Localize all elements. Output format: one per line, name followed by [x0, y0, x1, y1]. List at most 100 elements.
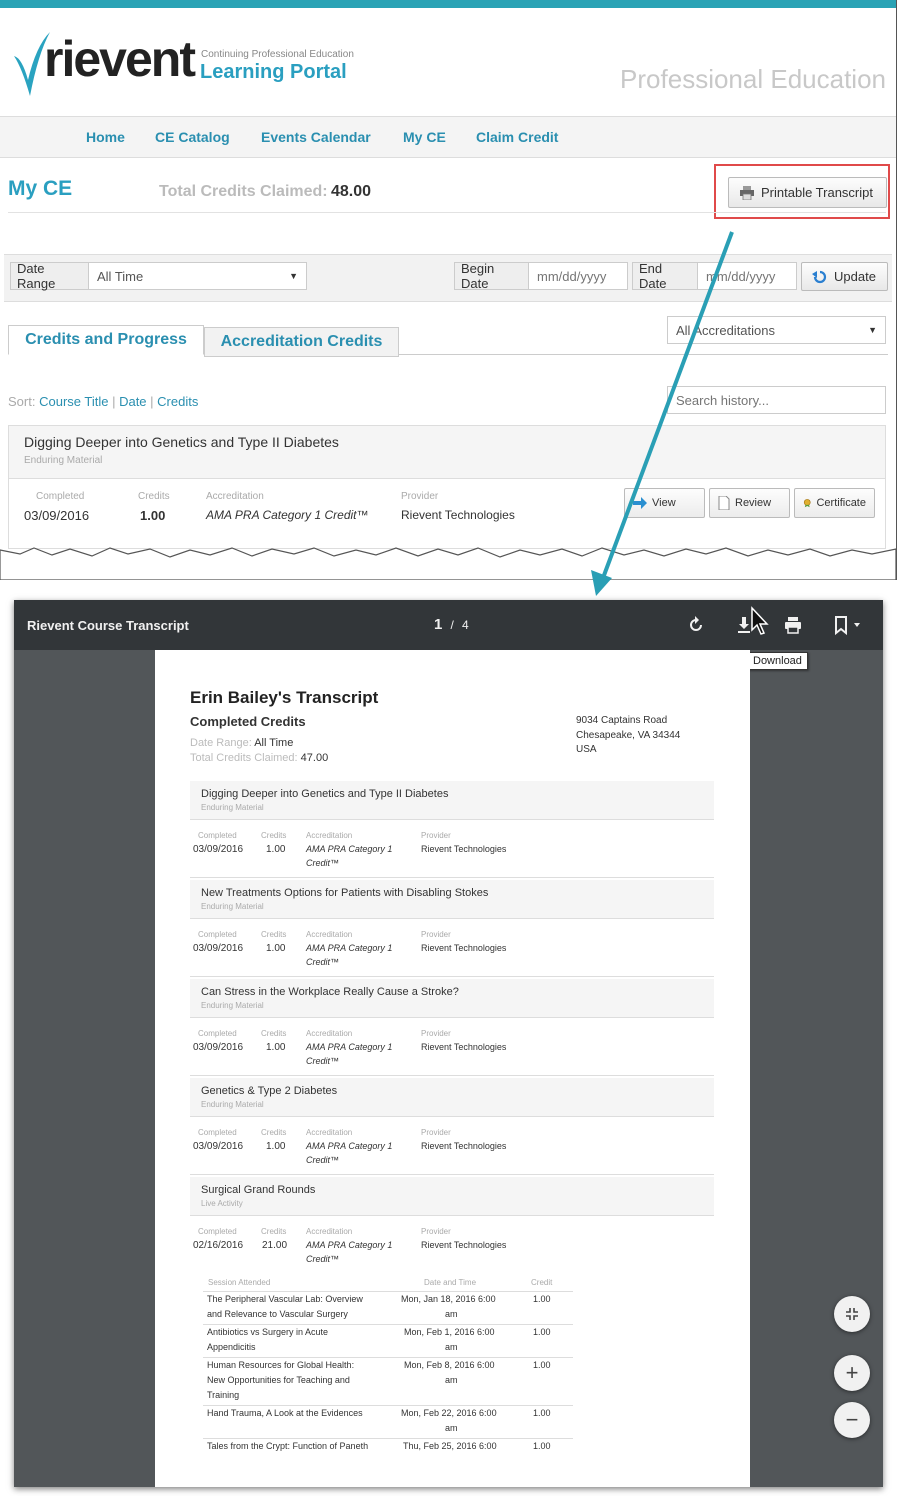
date-range-line: Date Range: All Time: [190, 737, 293, 749]
session-col-header: Session Attended: [208, 1278, 271, 1287]
fit-page-button[interactable]: [834, 1296, 870, 1332]
pdf-toolbar: Rievent Course Transcript 1 / 4: [14, 600, 883, 650]
page-separator: /: [450, 618, 454, 632]
pdf-course-title: New Treatments Options for Patients with…: [201, 887, 489, 899]
pdf-provider-label: Provider: [421, 1128, 451, 1137]
print-icon[interactable]: [782, 614, 804, 636]
minus-icon: −: [845, 1407, 859, 1432]
session-title-2: New Opportunities for Teaching and: [207, 1375, 350, 1385]
pdf-course-type: Live Activity: [201, 1199, 243, 1208]
page-indicator: 1 / 4: [434, 616, 469, 633]
session-credit: 1.00: [533, 1441, 551, 1451]
pdf-title: Rievent Course Transcript: [27, 618, 189, 633]
pdf-accreditation-label: Accreditation: [306, 1128, 353, 1137]
session-title-2: and Relevance to Vascular Surgery: [207, 1309, 348, 1319]
pdf-provider-label: Provider: [421, 930, 451, 939]
pdf-page: Erin Bailey's Transcript Completed Credi…: [155, 650, 750, 1487]
pdf-accreditation-2: Credit™: [306, 858, 340, 868]
session-row: Hand Trauma, A Look at the Evidences Mon…: [203, 1405, 573, 1438]
pdf-accreditation-label: Accreditation: [306, 1029, 353, 1038]
pdf-course-header: New Treatments Options for Patients with…: [190, 880, 714, 919]
session-title: Human Resources for Global Health:: [207, 1360, 355, 1370]
pdf-completed: 03/09/2016: [193, 1042, 244, 1053]
pdf-accreditation-2: Credit™: [306, 1254, 340, 1264]
session-date-2: am: [445, 1423, 458, 1433]
pdf-credits-label: Credits: [261, 1227, 287, 1236]
address-block: 9034 Captains Road Chesapeake, VA 34344 …: [576, 714, 680, 758]
pdf-provider: Rievent Technologies: [421, 1141, 507, 1151]
session-credit: 1.00: [533, 1327, 551, 1337]
pdf-row-divider: [190, 1075, 714, 1076]
zoom-in-button[interactable]: +: [834, 1355, 870, 1391]
download-tooltip: Download: [747, 652, 808, 670]
session-row: Tales from the Crypt: Function of Paneth…: [203, 1438, 573, 1471]
pdf-completed-label: Completed: [198, 831, 237, 840]
pdf-total-value: 47.00: [300, 752, 329, 764]
credit-col-header: Credit: [531, 1278, 553, 1287]
pdf-provider-label: Provider: [421, 831, 451, 840]
session-title: Tales from the Crypt: Function of Paneth: [207, 1441, 369, 1451]
rotate-icon[interactable]: [685, 614, 707, 636]
pdf-accreditation: AMA PRA Category 1: [306, 1141, 393, 1151]
connector-arrow: [591, 231, 734, 596]
pdf-accreditation-2: Credit™: [306, 1155, 340, 1165]
zoom-out-button[interactable]: −: [834, 1402, 870, 1438]
plus-icon: +: [845, 1360, 859, 1385]
pdf-course-type: Enduring Material: [201, 902, 264, 911]
bookmark-menu-icon[interactable]: [830, 614, 864, 636]
session-title-2: Appendicitis: [207, 1342, 256, 1352]
pdf-completed-label: Completed: [198, 1029, 237, 1038]
pdf-accreditation-2: Credit™: [306, 1056, 340, 1066]
pdf-provider-label: Provider: [421, 1227, 451, 1236]
pdf-row-divider: [190, 976, 714, 977]
session-title: Hand Trauma, A Look at the Evidences: [207, 1408, 363, 1418]
session-title: Antibiotics vs Surgery in Acute: [207, 1327, 329, 1337]
pdf-accreditation-label: Accreditation: [306, 1227, 353, 1236]
pdf-credits: 1.00: [266, 1141, 286, 1152]
pdf-date-range-value: All Time: [254, 737, 294, 749]
pdf-provider: Rievent Technologies: [421, 1042, 507, 1052]
page-current: 1: [434, 616, 443, 633]
pdf-total-label: Total Credits Claimed:: [190, 752, 298, 764]
pdf-accreditation-2: Credit™: [306, 957, 340, 967]
session-credit: 1.00: [533, 1408, 551, 1418]
pdf-credits-label: Credits: [261, 930, 287, 939]
cursor-arrow-icon: [751, 606, 769, 635]
fit-to-page-icon: [846, 1308, 858, 1320]
session-credit: 1.00: [533, 1360, 551, 1370]
pdf-course-type: Enduring Material: [201, 1100, 264, 1109]
session-date-2: am: [445, 1309, 458, 1319]
pdf-accreditation-label: Accreditation: [306, 831, 353, 840]
pdf-completed-label: Completed: [198, 1128, 237, 1137]
session-date: Mon, Feb 1, 2016 6:00: [404, 1327, 495, 1337]
session-row: The Peripheral Vascular Lab: Overview an…: [203, 1291, 573, 1324]
pdf-accreditation-label: Accreditation: [306, 930, 353, 939]
transcript-heading: Erin Bailey's Transcript: [190, 688, 379, 707]
pdf-course-header: Digging Deeper into Genetics and Type II…: [190, 781, 714, 820]
pdf-completed: 03/09/2016: [193, 844, 244, 855]
transcript-subheading: Completed Credits: [190, 714, 306, 729]
session-title: The Peripheral Vascular Lab: Overview: [207, 1294, 363, 1304]
pdf-provider: Rievent Technologies: [421, 943, 507, 953]
pdf-provider: Rievent Technologies: [421, 844, 507, 854]
pdf-credits-label: Credits: [261, 831, 287, 840]
pdf-viewer: Rievent Course Transcript 1 / 4 Download…: [14, 600, 883, 1487]
pdf-accreditation: AMA PRA Category 1: [306, 1240, 393, 1250]
pdf-accreditation: AMA PRA Category 1: [306, 1042, 393, 1052]
pdf-course-header: Genetics & Type 2 Diabetes Enduring Mate…: [190, 1078, 714, 1117]
session-date: Mon, Feb 8, 2016 6:00: [404, 1360, 495, 1370]
session-date: Mon, Feb 22, 2016 6:00: [401, 1408, 497, 1418]
datetime-col-header: Date and Time: [424, 1278, 477, 1287]
pdf-course-title: Surgical Grand Rounds: [201, 1184, 316, 1196]
session-row: Antibiotics vs Surgery in Acute Appendic…: [203, 1324, 573, 1357]
pdf-accreditation: AMA PRA Category 1: [306, 844, 393, 854]
session-date-2: am: [445, 1375, 458, 1385]
pdf-course-header: Can Stress in the Workplace Really Cause…: [190, 979, 714, 1018]
session-credit: 1.00: [533, 1294, 551, 1304]
pdf-course-title: Can Stress in the Workplace Really Cause…: [201, 986, 459, 998]
pdf-credits: 1.00: [266, 1042, 286, 1053]
pdf-completed-label: Completed: [198, 1227, 237, 1236]
pdf-completed-label: Completed: [198, 930, 237, 939]
pdf-credits: 21.00: [262, 1240, 288, 1251]
pdf-course-title: Digging Deeper into Genetics and Type II…: [201, 788, 449, 800]
